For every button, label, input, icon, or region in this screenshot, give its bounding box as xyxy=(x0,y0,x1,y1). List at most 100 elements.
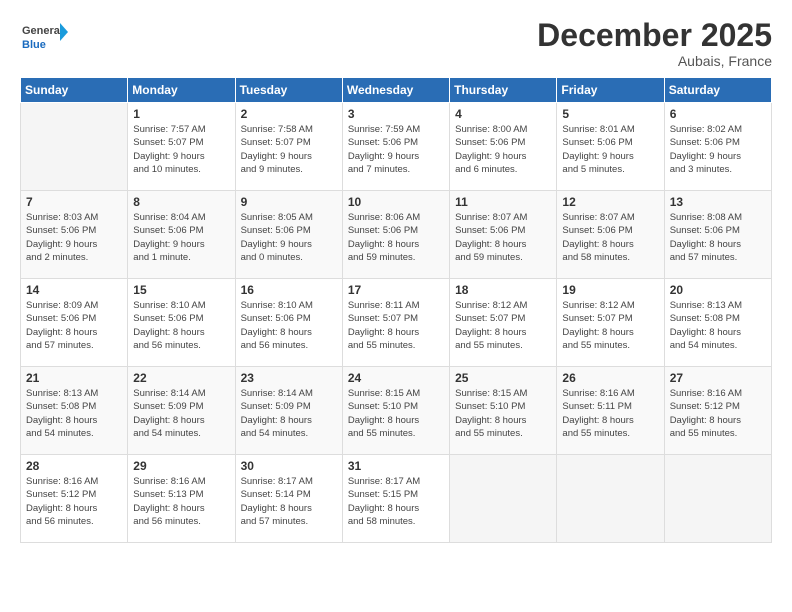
day-number: 14 xyxy=(26,283,122,297)
calendar-week-row: 21 Sunrise: 8:13 AM Sunset: 5:08 PM Dayli… xyxy=(21,367,772,455)
day-number: 1 xyxy=(133,107,229,121)
day-number: 24 xyxy=(348,371,444,385)
calendar-day-header: Tuesday xyxy=(235,78,342,103)
day-number: 10 xyxy=(348,195,444,209)
calendar-table: SundayMondayTuesdayWednesdayThursdayFrid… xyxy=(20,77,772,543)
day-number: 26 xyxy=(562,371,658,385)
calendar-cell: 9 Sunrise: 8:05 AM Sunset: 5:06 PM Daylig… xyxy=(235,191,342,279)
calendar-cell: 11 Sunrise: 8:07 AM Sunset: 5:06 PM Dayli… xyxy=(450,191,557,279)
day-number: 4 xyxy=(455,107,551,121)
calendar-cell: 8Sunrise: 8:04 AM Sunset: 5:06 PM Daylig… xyxy=(128,191,235,279)
day-info: Sunrise: 8:07 AM Sunset: 5:06 PM Dayligh… xyxy=(455,211,551,264)
calendar-cell: 15 Sunrise: 8:10 AM Sunset: 5:06 PM Dayli… xyxy=(128,279,235,367)
location: Aubais, France xyxy=(537,53,772,69)
day-info: Sunrise: 8:02 AM Sunset: 5:06 PM Dayligh… xyxy=(670,123,766,176)
calendar-week-row: 28 Sunrise: 8:16 AM Sunset: 5:12 PM Dayli… xyxy=(21,455,772,543)
day-info: Sunrise: 8:08 AM Sunset: 5:06 PM Dayligh… xyxy=(670,211,766,264)
day-info: Sunrise: 8:11 AM Sunset: 5:07 PM Dayligh… xyxy=(348,299,444,352)
day-number: 2 xyxy=(241,107,337,121)
day-info: Sunrise: 8:12 AM Sunset: 5:07 PM Dayligh… xyxy=(562,299,658,352)
day-number: 28 xyxy=(26,459,122,473)
calendar-cell: 29Sunrise: 8:16 AM Sunset: 5:13 PM Dayli… xyxy=(128,455,235,543)
calendar-cell: 30 Sunrise: 8:17 AM Sunset: 5:14 PM Dayli… xyxy=(235,455,342,543)
calendar-day-header: Wednesday xyxy=(342,78,449,103)
calendar-cell: 19 Sunrise: 8:12 AM Sunset: 5:07 PM Dayli… xyxy=(557,279,664,367)
calendar-cell: 31 Sunrise: 8:17 AM Sunset: 5:15 PM Dayli… xyxy=(342,455,449,543)
calendar-cell: 26 Sunrise: 8:16 AM Sunset: 5:11 PM Dayli… xyxy=(557,367,664,455)
calendar-cell: 21 Sunrise: 8:13 AM Sunset: 5:08 PM Dayli… xyxy=(21,367,128,455)
calendar-cell: 25Sunrise: 8:15 AM Sunset: 5:10 PM Dayli… xyxy=(450,367,557,455)
day-info: Sunrise: 8:10 AM Sunset: 5:06 PM Dayligh… xyxy=(241,299,337,352)
calendar-day-header: Sunday xyxy=(21,78,128,103)
day-number: 11 xyxy=(455,195,551,209)
day-info: Sunrise: 8:06 AM Sunset: 5:06 PM Dayligh… xyxy=(348,211,444,264)
day-info: Sunrise: 8:15 AM Sunset: 5:10 PM Dayligh… xyxy=(455,387,551,440)
calendar-cell: 18 Sunrise: 8:12 AM Sunset: 5:07 PM Dayli… xyxy=(450,279,557,367)
day-number: 19 xyxy=(562,283,658,297)
calendar-cell: 4 Sunrise: 8:00 AM Sunset: 5:06 PM Daylig… xyxy=(450,103,557,191)
day-info: Sunrise: 8:16 AM Sunset: 5:12 PM Dayligh… xyxy=(26,475,122,528)
calendar-cell: 7Sunrise: 8:03 AM Sunset: 5:06 PM Daylig… xyxy=(21,191,128,279)
day-info: Sunrise: 8:12 AM Sunset: 5:07 PM Dayligh… xyxy=(455,299,551,352)
day-number: 7 xyxy=(26,195,122,209)
calendar-cell: 28 Sunrise: 8:16 AM Sunset: 5:12 PM Dayli… xyxy=(21,455,128,543)
calendar-cell: 2Sunrise: 7:58 AM Sunset: 5:07 PM Daylig… xyxy=(235,103,342,191)
day-info: Sunrise: 8:00 AM Sunset: 5:06 PM Dayligh… xyxy=(455,123,551,176)
calendar-day-header: Saturday xyxy=(664,78,771,103)
day-number: 22 xyxy=(133,371,229,385)
day-number: 17 xyxy=(348,283,444,297)
calendar-cell: 14 Sunrise: 8:09 AM Sunset: 5:06 PM Dayli… xyxy=(21,279,128,367)
day-number: 5 xyxy=(562,107,658,121)
calendar-cell xyxy=(557,455,664,543)
calendar-cell: 10 Sunrise: 8:06 AM Sunset: 5:06 PM Dayli… xyxy=(342,191,449,279)
day-number: 6 xyxy=(670,107,766,121)
day-info: Sunrise: 8:16 AM Sunset: 5:13 PM Dayligh… xyxy=(133,475,229,528)
calendar-cell: 24 Sunrise: 8:15 AM Sunset: 5:10 PM Dayli… xyxy=(342,367,449,455)
calendar-week-row: 1 Sunrise: 7:57 AM Sunset: 5:07 PM Daylig… xyxy=(21,103,772,191)
day-number: 23 xyxy=(241,371,337,385)
calendar-cell: 16 Sunrise: 8:10 AM Sunset: 5:06 PM Dayli… xyxy=(235,279,342,367)
day-info: Sunrise: 8:16 AM Sunset: 5:11 PM Dayligh… xyxy=(562,387,658,440)
calendar-cell: 12Sunrise: 8:07 AM Sunset: 5:06 PM Dayli… xyxy=(557,191,664,279)
calendar-cell: 6 Sunrise: 8:02 AM Sunset: 5:06 PM Daylig… xyxy=(664,103,771,191)
day-number: 13 xyxy=(670,195,766,209)
day-info: Sunrise: 8:14 AM Sunset: 5:09 PM Dayligh… xyxy=(241,387,337,440)
day-number: 15 xyxy=(133,283,229,297)
calendar-day-header: Thursday xyxy=(450,78,557,103)
day-info: Sunrise: 8:09 AM Sunset: 5:06 PM Dayligh… xyxy=(26,299,122,352)
day-info: Sunrise: 8:13 AM Sunset: 5:08 PM Dayligh… xyxy=(26,387,122,440)
day-info: Sunrise: 8:13 AM Sunset: 5:08 PM Dayligh… xyxy=(670,299,766,352)
day-info: Sunrise: 8:17 AM Sunset: 5:15 PM Dayligh… xyxy=(348,475,444,528)
header: General Blue December 2025 Aubais, Franc… xyxy=(20,18,772,69)
calendar-day-header: Friday xyxy=(557,78,664,103)
day-number: 21 xyxy=(26,371,122,385)
day-number: 16 xyxy=(241,283,337,297)
day-number: 18 xyxy=(455,283,551,297)
calendar-header-row: SundayMondayTuesdayWednesdayThursdayFrid… xyxy=(21,78,772,103)
day-number: 9 xyxy=(241,195,337,209)
day-info: Sunrise: 7:57 AM Sunset: 5:07 PM Dayligh… xyxy=(133,123,229,176)
day-number: 27 xyxy=(670,371,766,385)
day-info: Sunrise: 8:07 AM Sunset: 5:06 PM Dayligh… xyxy=(562,211,658,264)
calendar-cell: 27Sunrise: 8:16 AM Sunset: 5:12 PM Dayli… xyxy=(664,367,771,455)
calendar-week-row: 7Sunrise: 8:03 AM Sunset: 5:06 PM Daylig… xyxy=(21,191,772,279)
calendar-cell: 22 Sunrise: 8:14 AM Sunset: 5:09 PM Dayli… xyxy=(128,367,235,455)
logo-svg: General Blue xyxy=(20,18,68,60)
day-info: Sunrise: 8:05 AM Sunset: 5:06 PM Dayligh… xyxy=(241,211,337,264)
calendar-cell xyxy=(21,103,128,191)
calendar-week-row: 14 Sunrise: 8:09 AM Sunset: 5:06 PM Dayli… xyxy=(21,279,772,367)
day-info: Sunrise: 8:14 AM Sunset: 5:09 PM Dayligh… xyxy=(133,387,229,440)
calendar-cell xyxy=(450,455,557,543)
day-info: Sunrise: 8:01 AM Sunset: 5:06 PM Dayligh… xyxy=(562,123,658,176)
day-number: 8 xyxy=(133,195,229,209)
day-info: Sunrise: 8:17 AM Sunset: 5:14 PM Dayligh… xyxy=(241,475,337,528)
day-number: 31 xyxy=(348,459,444,473)
logo: General Blue xyxy=(20,18,68,60)
calendar-cell: 23 Sunrise: 8:14 AM Sunset: 5:09 PM Dayli… xyxy=(235,367,342,455)
day-info: Sunrise: 8:15 AM Sunset: 5:10 PM Dayligh… xyxy=(348,387,444,440)
calendar-cell: 17 Sunrise: 8:11 AM Sunset: 5:07 PM Dayli… xyxy=(342,279,449,367)
day-info: Sunrise: 8:10 AM Sunset: 5:06 PM Dayligh… xyxy=(133,299,229,352)
calendar-cell: 1 Sunrise: 7:57 AM Sunset: 5:07 PM Daylig… xyxy=(128,103,235,191)
page: General Blue December 2025 Aubais, Franc… xyxy=(0,0,792,612)
day-number: 30 xyxy=(241,459,337,473)
